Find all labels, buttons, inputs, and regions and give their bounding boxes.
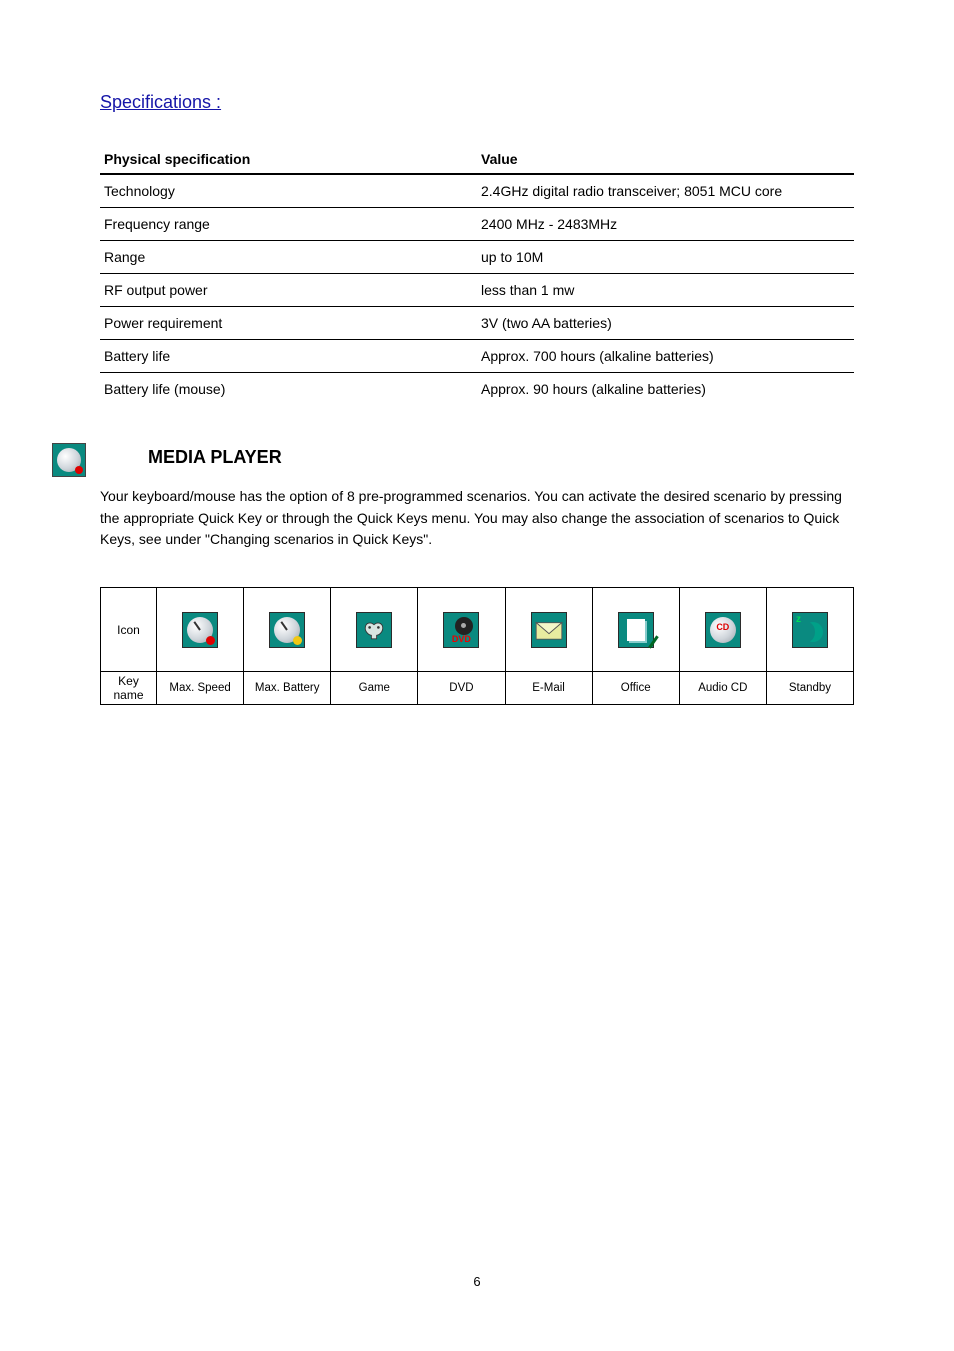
table-row: Battery life Approx. 700 hours (alkaline… [100, 340, 854, 373]
cell-icon: z [766, 588, 853, 672]
dvd-icon: DVD [443, 612, 479, 648]
max-battery-icon [269, 612, 305, 648]
cell-value: 2400 MHz - 2483MHz [477, 208, 854, 241]
cell-label: Office [592, 672, 679, 705]
section-paragraph: Your keyboard/mouse has the option of 8 … [100, 486, 854, 551]
cell-label: Battery life (mouse) [100, 373, 477, 406]
standby-icon: z [792, 612, 828, 648]
email-icon [531, 612, 567, 648]
row-header-icon: Icon [101, 588, 157, 672]
cell-value: Approx. 700 hours (alkaline batteries) [477, 340, 854, 373]
cell-label: Audio CD [679, 672, 766, 705]
quick-keys-table: Icon [100, 587, 854, 705]
header-value: Value [477, 149, 854, 174]
cell-value: up to 10M [477, 241, 854, 274]
table-row: Power requirement 3V (two AA batteries) [100, 307, 854, 340]
table-row: RF output power less than 1 mw [100, 274, 854, 307]
cell-icon [244, 588, 331, 672]
cell-value: Approx. 90 hours (alkaline batteries) [477, 373, 854, 406]
dvd-badge-text: DVD [444, 634, 478, 644]
cell-label: DVD [418, 672, 505, 705]
table-row: Technology 2.4GHz digital radio transcei… [100, 174, 854, 208]
cell-label: Frequency range [100, 208, 477, 241]
page-content: Specifications : Physical specification … [0, 0, 954, 705]
table-header-row: Physical specification Value [100, 149, 854, 174]
table-row: Range up to 10M [100, 241, 854, 274]
cell-icon [157, 588, 244, 672]
cell-icon: CD [679, 588, 766, 672]
row-header-keyname: Key name [101, 672, 157, 705]
specifications-heading-link[interactable]: Specifications : [100, 92, 221, 113]
cell-value: 3V (two AA batteries) [477, 307, 854, 340]
cell-label: Range [100, 241, 477, 274]
cell-label: Standby [766, 672, 853, 705]
gauge-icon [52, 443, 86, 477]
specifications-table: Physical specification Value Technology … [100, 149, 854, 405]
cell-label: E-Mail [505, 672, 592, 705]
office-icon [618, 612, 654, 648]
cell-icon [331, 588, 418, 672]
cell-label: Power requirement [100, 307, 477, 340]
header-physical-spec: Physical specification [100, 149, 477, 174]
section-title: MEDIA PLAYER [148, 447, 854, 468]
media-player-icon [52, 443, 86, 477]
table-row: Frequency range 2400 MHz - 2483MHz [100, 208, 854, 241]
cd-badge-text: CD [706, 622, 740, 632]
max-speed-icon [182, 612, 218, 648]
table-row: Battery life (mouse) Approx. 90 hours (a… [100, 373, 854, 406]
cell-label: Max. Speed [157, 672, 244, 705]
cell-icon [592, 588, 679, 672]
cell-label: Max. Battery [244, 672, 331, 705]
game-icon [356, 612, 392, 648]
cell-value: 2.4GHz digital radio transceiver; 8051 M… [477, 174, 854, 208]
cell-value: less than 1 mw [477, 274, 854, 307]
icon-row: Icon [101, 588, 854, 672]
cell-label: Technology [100, 174, 477, 208]
cell-label: Battery life [100, 340, 477, 373]
media-player-section: MEDIA PLAYER Your keyboard/mouse has the… [100, 447, 854, 705]
cell-label: RF output power [100, 274, 477, 307]
cell-label: Game [331, 672, 418, 705]
label-row: Key name Max. Speed Max. Battery Game DV… [101, 672, 854, 705]
audio-cd-icon: CD [705, 612, 741, 648]
cell-icon: DVD [418, 588, 505, 672]
page-number: 6 [0, 1274, 954, 1289]
cell-icon [505, 588, 592, 672]
